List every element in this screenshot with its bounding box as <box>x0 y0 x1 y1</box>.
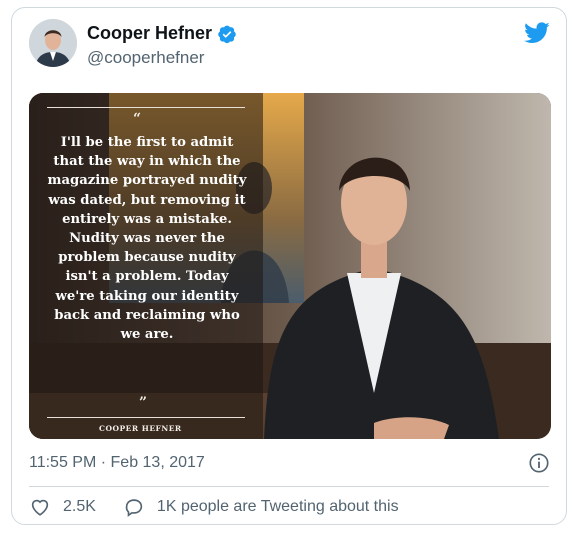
twitter-bird-icon[interactable] <box>524 22 550 44</box>
info-icon[interactable] <box>528 452 550 474</box>
quote-bottom-rule <box>47 417 245 418</box>
divider <box>29 486 549 487</box>
close-quote-mark: ” <box>139 395 148 411</box>
quote-overlay-panel: “ I'll be the first to admit that the wa… <box>29 93 263 439</box>
like-count: 2.5K <box>63 498 96 515</box>
like-button[interactable]: 2.5K <box>29 496 96 518</box>
open-quote-mark: “ <box>133 111 142 127</box>
quote-attribution: COOPER HEFNER <box>99 424 182 433</box>
quote-text: I'll be the first to admit that the way … <box>47 135 247 343</box>
tweet-card: Cooper Hefner @cooperhefner “ I'll be th… <box>11 7 567 525</box>
quote-top-rule <box>47 107 245 108</box>
tweet-actions: 2.5K 1K people are Tweeting about this <box>29 496 399 518</box>
verified-badge-icon <box>218 25 236 43</box>
tweeting-about-link[interactable]: 1K people are Tweeting about this <box>123 496 399 518</box>
author-display-name[interactable]: Cooper Hefner <box>87 23 212 44</box>
tweet-media-image[interactable]: “ I'll be the first to admit that the wa… <box>29 93 551 439</box>
author-handle[interactable]: @cooperhefner <box>87 48 204 68</box>
avatar[interactable] <box>29 19 77 67</box>
tweeting-about-text: 1K people are Tweeting about this <box>156 498 399 515</box>
heart-icon <box>31 499 49 516</box>
speech-bubble-icon <box>125 499 143 517</box>
tweet-timestamp[interactable]: 11:55 PM · Feb 13, 2017 <box>29 454 205 472</box>
author-name-row[interactable]: Cooper Hefner <box>87 23 237 44</box>
